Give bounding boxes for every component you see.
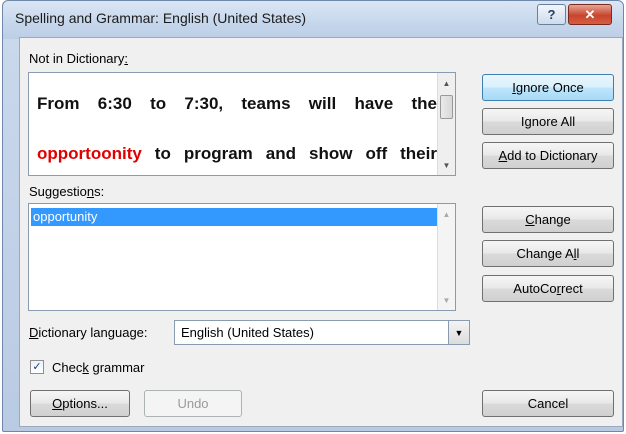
cancel-button[interactable]: Cancel [482,390,614,417]
autocorrect-button[interactable]: AutoCo r rect [482,275,614,302]
not-in-dictionary-label: Not in Dictionary: [29,51,128,66]
scroll-up-arrow-icon[interactable]: ▲ [438,75,455,91]
word: From [37,94,80,113]
dictionary-language-label: Dictionary language: [29,325,148,340]
word: to [154,144,171,163]
sentence-text: From 6:30 to 7:30, teams will have the o… [37,79,437,179]
help-button[interactable]: ? [537,4,566,25]
help-icon: ? [547,7,556,22]
close-button[interactable]: ✕ [568,4,612,25]
chevron-down-icon[interactable]: ▼ [448,321,469,344]
ignore-all-button[interactable]: Ig nore All [482,108,614,135]
word: show [309,144,353,163]
suggestions-label: Suggestions: [29,184,105,199]
word: have [354,94,394,113]
word: will [308,94,337,113]
word: 7:30, [184,94,224,113]
scroll-up-arrow-icon[interactable]: ▲ [438,206,455,222]
scroll-down-arrow-icon[interactable]: ▼ [438,157,455,173]
scroll-down-arrow-icon[interactable]: ▼ [438,292,455,308]
undo-button[interactable]: Undo [144,390,242,417]
check-grammar-label[interactable]: Check grammar [52,360,144,375]
dialog-title: Spelling and Grammar: English (United St… [15,10,307,26]
spelling-grammar-dialog: Spelling and Grammar: English (United St… [2,0,624,432]
change-all-button[interactable]: Change All [482,240,614,267]
word: program [183,144,253,163]
word: their [400,144,437,163]
suggestion-item[interactable]: opportunity [31,208,437,226]
sentence-line-2: opportoonity to program and show off the… [37,129,437,179]
suggestions-list[interactable]: opportunity ▲ ▼ [28,203,456,311]
word: to [150,94,167,113]
not-in-dictionary-textbox[interactable]: From 6:30 to 7:30, teams will have the o… [28,72,456,176]
dialog-body: Not in Dictionary: From 6:30 to 7:30, te… [19,37,623,427]
word: teams [241,94,291,113]
word: 6:30 [97,94,132,113]
textbox-scrollbar[interactable]: ▲ ▼ [437,73,455,175]
change-button[interactable]: Change [482,206,614,233]
suggestions-scrollbar[interactable]: ▲ ▼ [437,204,455,310]
word: off [365,144,388,163]
sentence-line-1: From 6:30 to 7:30, teams will have the [37,79,437,129]
scroll-thumb[interactable] [440,95,453,119]
dictionary-language-value: English (United States) [181,325,314,340]
checkmark-icon: ✓ [32,361,42,373]
add-to-dictionary-button[interactable]: Add to Dictionary [482,142,614,169]
title-bar: Spelling and Grammar: English (United St… [3,1,623,39]
word: and [265,144,297,163]
ignore-once-button[interactable]: Ignore Once [482,74,614,101]
check-grammar-checkbox[interactable]: ✓ [30,360,44,374]
word: the [411,94,437,113]
close-icon: ✕ [584,6,596,22]
options-button[interactable]: Options... [30,390,130,417]
misspelled-word: opportoonity [37,144,142,163]
dictionary-language-select[interactable]: English (United States) ▼ [174,320,470,345]
